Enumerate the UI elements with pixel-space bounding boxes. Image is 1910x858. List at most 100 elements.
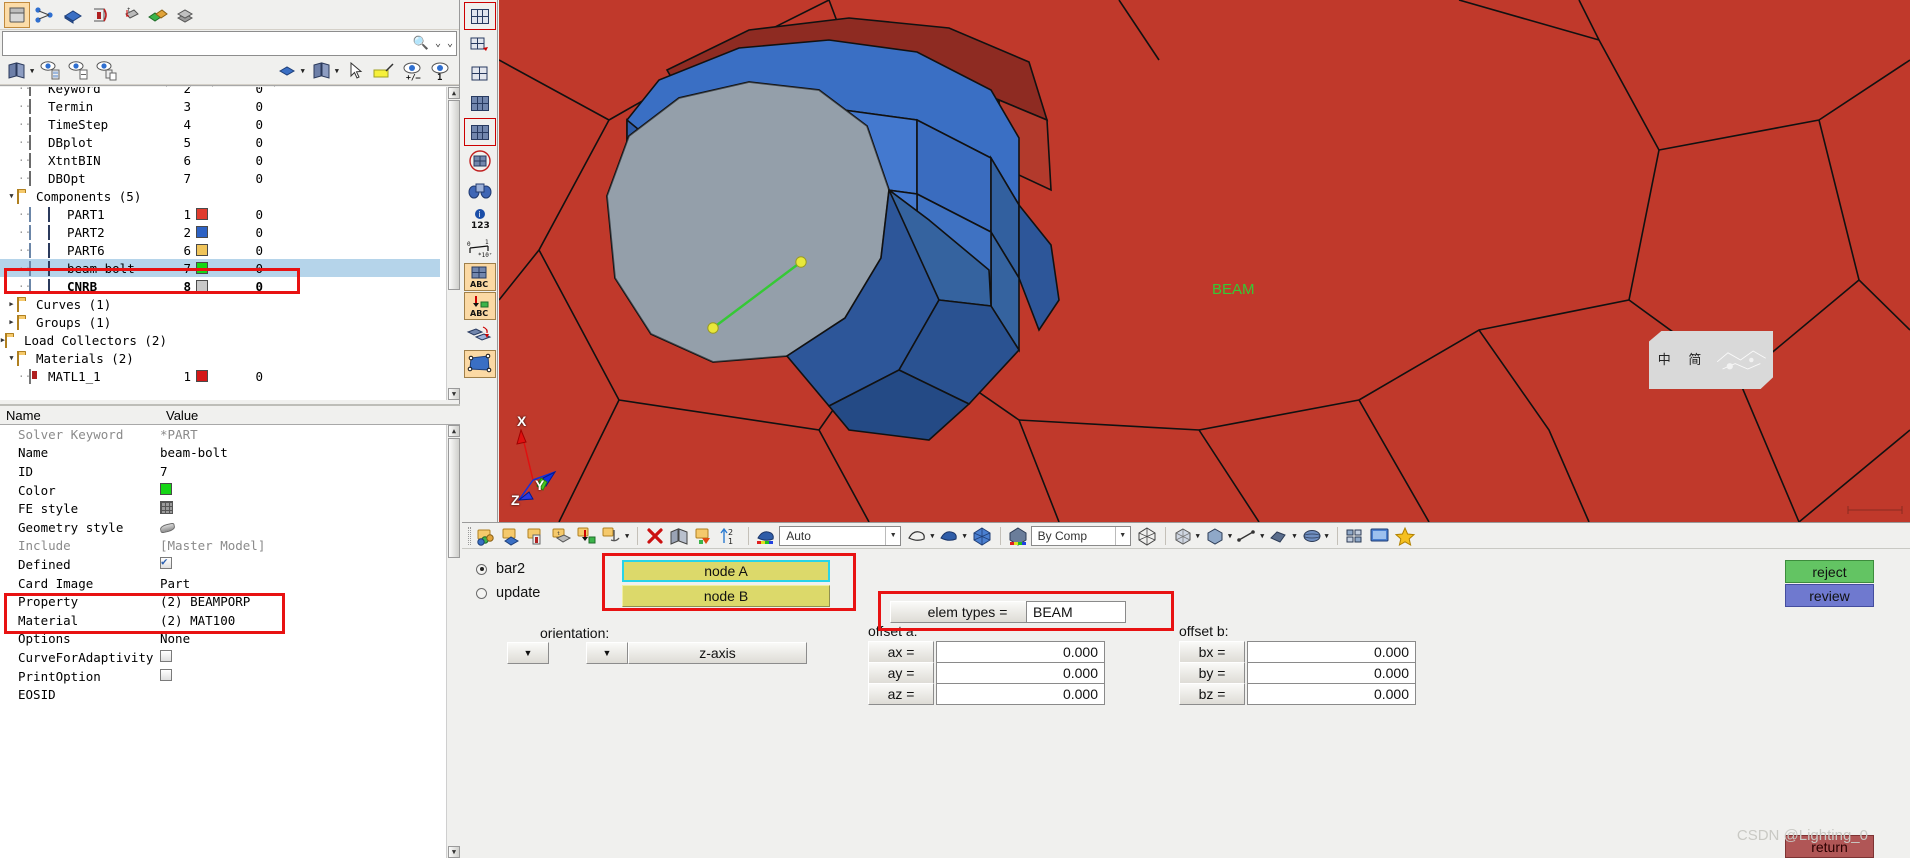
tree-row[interactable]: ·· PART6 6 0 [0,241,440,259]
chevron-down-icon[interactable]: ▼ [625,532,629,540]
loadcollectors-icon[interactable] [575,524,599,547]
shaded-icon[interactable] [937,524,961,547]
toolbar-grip[interactable] [468,526,471,545]
shape-icon[interactable] [1267,524,1291,547]
offset-ax-label[interactable]: ax = [868,641,934,663]
color-swatch[interactable] [196,226,208,238]
orientation-left-dropdown[interactable]: ▼ [507,642,549,664]
cursor-icon[interactable] [343,58,369,84]
property-row[interactable]: CurveForAdaptivity [0,648,460,667]
property-value[interactable]: (2) MAT100 [160,613,460,628]
sphere-icon[interactable] [1300,524,1324,547]
tree-row[interactable]: ·· DBplot 5 0 [0,133,440,151]
offset-by-field[interactable]: 0.000 [1247,662,1416,684]
color-by-icon[interactable] [1006,524,1030,547]
chevron-down-icon[interactable]: ▼ [885,526,900,545]
ime-mode-label[interactable]: 中 [1649,352,1680,369]
reverse-icon[interactable] [94,58,120,84]
chevron-down-icon[interactable]: ▼ [335,58,339,84]
entity-state-tab-icon[interactable]: t [116,2,142,28]
entity-icon[interactable] [275,58,301,84]
chevron-down-icon[interactable]: ▼ [1325,532,1329,540]
include-tab-icon[interactable] [88,2,114,28]
radio-option-update[interactable]: update [476,585,540,601]
mesh-apply-icon[interactable] [464,31,496,59]
offset-bx-field[interactable]: 0.000 [1247,641,1416,663]
scroll-thumb[interactable] [448,438,460,558]
screen-icon[interactable] [1368,524,1392,547]
property-value[interactable]: 7 [160,464,460,479]
offset-bz-label[interactable]: bz = [1179,683,1245,705]
radio-update-icon[interactable] [476,587,487,599]
tree-row[interactable]: ▼ Components (5) [0,187,440,205]
tree-expander-icon[interactable]: ▼ [6,192,17,200]
property-row[interactable]: Property (2) BEAMPORP [0,592,460,611]
chevron-down-icon[interactable]: ▼ [1196,532,1200,540]
offset-ay-label[interactable]: ay = [868,662,934,684]
property-row[interactable]: Geometry style [0,518,460,537]
orientation-axis-button[interactable]: z-axis [628,642,807,664]
tiles-icon[interactable] [1343,524,1367,547]
hide-icon[interactable] [66,58,92,84]
radio-option-bar2[interactable]: bar2 [476,561,540,577]
offset-bz-field[interactable]: 0.000 [1247,683,1416,705]
chevron-down-icon[interactable]: ▼ [1228,532,1232,540]
tree-expander-icon[interactable]: ▶ [6,318,17,326]
display-plus-minus-icon[interactable]: +/– [399,58,425,84]
scroll-up-arrow[interactable]: ▲ [448,87,460,99]
property-row[interactable]: Include [Master Model] [0,537,460,556]
assembly-icon[interactable] [600,524,624,547]
tree-expander-icon[interactable]: ▶ [6,300,17,308]
property-row[interactable]: Color [0,481,460,500]
layers-tab-icon[interactable] [172,2,198,28]
offset-bx-label[interactable]: bx = [1179,641,1245,663]
tree-row-color[interactable] [191,244,213,256]
property-value[interactable] [160,482,460,498]
info-123-icon[interactable]: i 123 [464,205,496,233]
property-value[interactable]: (2) BEAMPORP [160,594,460,609]
offset-by-label[interactable]: by = [1179,662,1245,684]
node-a-button[interactable]: node A [622,560,830,582]
part-tab-icon[interactable] [60,2,86,28]
tree-row-color[interactable] [191,280,213,292]
mesh-lines-icon[interactable] [1135,524,1159,547]
checkbox[interactable] [160,555,172,569]
node-b-button[interactable]: node B [622,585,830,607]
tree-row[interactable]: ▶ Curves (1) [0,295,440,313]
tree-row-color[interactable] [191,370,213,382]
delete-icon[interactable] [643,524,667,547]
property-value[interactable] [159,520,460,535]
tree-row[interactable]: ·· Keyword 2 0 [0,87,440,97]
fe-style-cube-icon[interactable] [160,500,173,514]
graphics-viewport[interactable]: X Y Z BEAM 中 简 [499,0,1910,522]
surface-icon[interactable] [463,350,496,378]
measure-icon[interactable]: 0 1 *10⁺ [464,234,496,262]
offset-ax-field[interactable]: 0.000 [936,641,1105,663]
color-swatch[interactable] [160,482,172,495]
solid-icon[interactable] [970,524,994,547]
property-row[interactable]: PrintOption [0,667,460,686]
chevron-down-icon[interactable]: ▼ [930,532,934,540]
elem-types-label[interactable]: elem types = [890,601,1045,623]
highlight-icon[interactable] [371,58,397,84]
chevron-down-icon[interactable]: ⌄ [432,38,444,49]
display-one-icon[interactable]: 1 [427,58,453,84]
tree-row[interactable]: ·· PART1 1 0 [0,205,440,223]
new-collector-icon[interactable] [475,524,499,547]
property-row[interactable]: Card Image Part [0,574,460,593]
chevron-down-icon[interactable]: ▼ [1260,532,1264,540]
ime-toolbar[interactable]: 中 简 [1649,331,1773,389]
property-row[interactable]: Name beam-bolt [0,444,460,463]
tree-row[interactable]: ·· PART2 2 0 [0,223,440,241]
chevron-down-icon[interactable]: ▼ [1114,526,1130,545]
reject-button[interactable]: reject [1785,560,1874,583]
components-icon[interactable] [500,524,524,547]
elem-types-field[interactable]: BEAM [1026,601,1126,623]
review-button[interactable]: review [1785,584,1874,607]
radio-bar2-icon[interactable] [476,563,487,575]
display-mode-icon[interactable] [754,524,778,547]
tree-expander-icon[interactable]: ▼ [6,354,17,362]
renumber-icon[interactable] [693,524,717,547]
browser-search-bar[interactable]: 🔍 ⌄ ⌄ [2,31,457,56]
chevron-down-icon[interactable]: ▼ [962,532,966,540]
